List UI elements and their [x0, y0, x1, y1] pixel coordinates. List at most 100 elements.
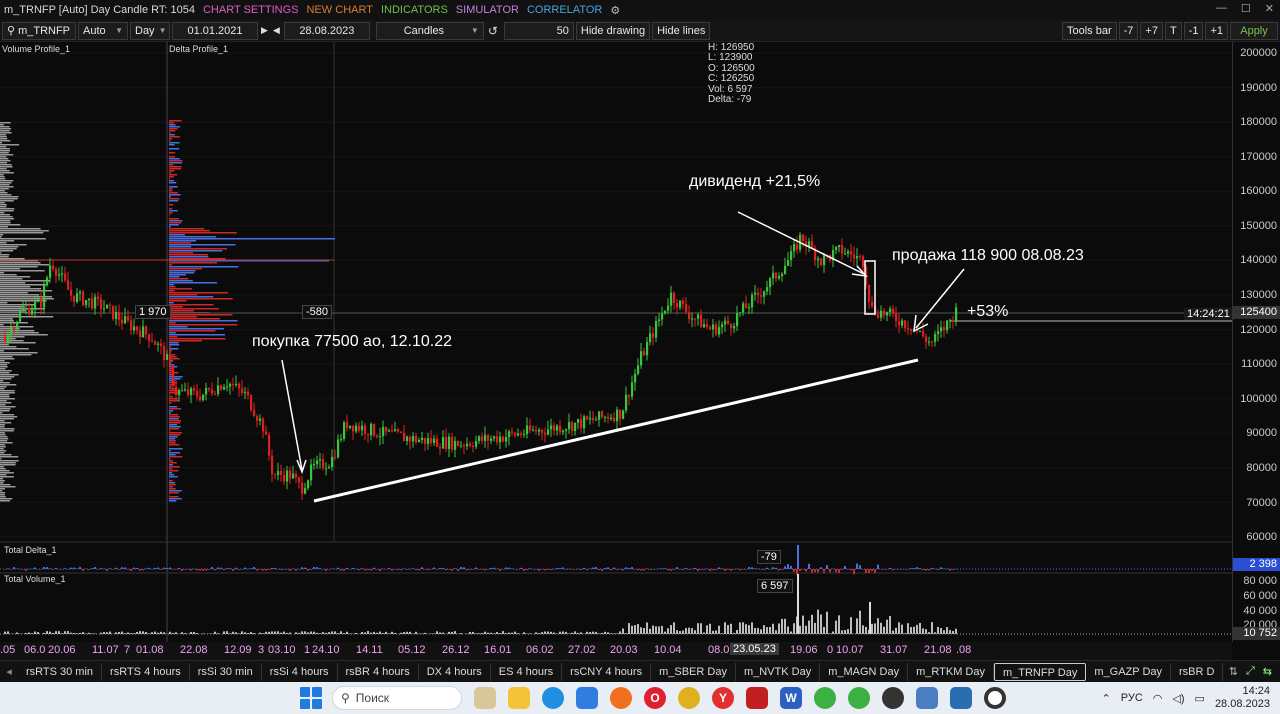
plus7-button[interactable]: +7	[1140, 21, 1163, 40]
chart-area[interactable]: Volume Profile_1 Delta Profile_1 Total D…	[0, 42, 1233, 642]
menu-simulator[interactable]: SIMULATOR	[456, 4, 519, 16]
tab-rscny-4h[interactable]: rsCNY 4 hours	[562, 662, 652, 681]
plus1-button[interactable]: +1	[1205, 21, 1228, 40]
volume-bar	[907, 623, 909, 634]
volume-bar	[118, 631, 120, 634]
next-arrow-icon[interactable]: ▶	[261, 25, 268, 36]
windows-start-icon[interactable]	[300, 687, 322, 709]
app-icon[interactable]	[814, 687, 836, 709]
menu-indicators[interactable]: INDICATORS	[381, 4, 448, 16]
menu-correlator[interactable]: CORRELATOR	[527, 4, 602, 16]
profile-bar	[0, 478, 4, 480]
prev-arrow-icon[interactable]: ◀	[273, 25, 280, 36]
opera-icon[interactable]: O	[644, 687, 666, 709]
tab-rsbr-day[interactable]: rsBR D	[1171, 662, 1224, 681]
tab-gazp[interactable]: m_GAZP Day	[1086, 662, 1172, 681]
app-icon[interactable]	[950, 687, 972, 709]
profile-bar	[0, 420, 5, 422]
scale-mode-select[interactable]: Auto ▼	[78, 21, 128, 40]
tab-dx-4h[interactable]: DX 4 hours	[419, 662, 491, 681]
hide-drawing-button[interactable]: Hide drawing	[575, 21, 651, 40]
expand-icon[interactable]: ⤢	[1246, 665, 1255, 678]
edge-icon[interactable]	[542, 687, 564, 709]
minus7-button[interactable]: -7	[1118, 21, 1139, 40]
link-icon[interactable]: ⇆	[1263, 665, 1272, 678]
volume-icon[interactable]: ◁)	[1172, 692, 1184, 705]
yandex-icon[interactable]: Y	[712, 687, 734, 709]
delta-bar	[544, 569, 546, 571]
delta-bar	[751, 567, 753, 569]
tab-nvtk[interactable]: m_NVTK Day	[736, 662, 821, 681]
delta-bar	[295, 569, 297, 571]
store-icon[interactable]	[576, 687, 598, 709]
minimize-icon[interactable]: —	[1216, 2, 1227, 15]
volume-bar	[688, 627, 690, 634]
delta-bar	[334, 568, 336, 570]
tab-rsrts-30[interactable]: rsRTS 30 min	[18, 662, 103, 681]
system-clock[interactable]: 14:24 28.08.2023	[1215, 685, 1270, 711]
tab-sber[interactable]: m_SBER Day	[651, 662, 736, 681]
tab-trnfp[interactable]: m_TRNFP Day	[993, 662, 1087, 681]
delta-bar	[454, 568, 456, 569]
symbol-search[interactable]: ⚲ m_TRNFP	[2, 21, 76, 40]
candle-body	[190, 388, 193, 396]
tab-rssi-30[interactable]: rsSi 30 min	[190, 662, 262, 681]
t-button[interactable]: T	[1164, 21, 1182, 40]
app-icon[interactable]	[882, 687, 904, 709]
undo-icon[interactable]: ↺	[488, 24, 498, 38]
date-from-field[interactable]: 01.01.2021	[172, 21, 258, 40]
volume-bar	[61, 633, 63, 634]
app-icon[interactable]	[984, 687, 1006, 709]
candle-body	[754, 292, 757, 295]
minus1-button[interactable]: -1	[1183, 21, 1204, 40]
wifi-icon[interactable]: ◠	[1153, 692, 1163, 705]
menu-chart-settings[interactable]: CHART SETTINGS	[203, 4, 299, 16]
price-axis[interactable]: 200000 190000 180000 170000 160000 15000…	[1232, 42, 1280, 642]
hide-lines-button[interactable]: Hide lines	[652, 21, 711, 40]
delta-bar	[100, 568, 102, 569]
candle-body	[649, 333, 652, 343]
widget-icon[interactable]	[474, 687, 496, 709]
profile-bar	[169, 218, 179, 220]
date-axis[interactable]: .05 06.0 20.06 11.07 7 01.08 22.08 12.09…	[0, 642, 1232, 660]
profile-bar	[169, 318, 220, 320]
apply-button[interactable]: Apply	[1230, 21, 1278, 40]
swap-icon[interactable]: ⇅	[1229, 665, 1238, 678]
tab-rtkm[interactable]: m_RTKM Day	[908, 662, 994, 681]
price-chart[interactable]	[0, 42, 1232, 642]
chevron-up-icon[interactable]: ⌃	[1102, 692, 1111, 705]
profile-bar	[0, 486, 16, 488]
profile-bar	[169, 180, 175, 182]
firefox-icon[interactable]	[610, 687, 632, 709]
candle-body	[604, 416, 607, 418]
file-explorer-icon[interactable]	[508, 687, 530, 709]
gear-icon[interactable]: ⚙	[610, 4, 620, 17]
date-to-field[interactable]: 28.08.2023	[283, 21, 370, 40]
maximize-icon[interactable]: ☐	[1241, 2, 1251, 15]
chrome-icon[interactable]	[678, 687, 700, 709]
taskbar-search[interactable]: ⚲ Поиск	[332, 686, 462, 710]
profile-bar	[169, 336, 178, 338]
battery-icon[interactable]: ▭	[1195, 692, 1205, 705]
word-icon[interactable]: W	[780, 687, 802, 709]
timeframe-select[interactable]: Day ▼	[130, 21, 170, 40]
tab-rsbr-4h[interactable]: rsBR 4 hours	[338, 662, 419, 681]
close-icon[interactable]: ✕	[1265, 2, 1274, 15]
tab-rssi-4h[interactable]: rsSi 4 hours	[262, 662, 338, 681]
app-icon[interactable]	[848, 687, 870, 709]
app-icon[interactable]	[746, 687, 768, 709]
volume-bar	[367, 631, 369, 634]
language-indicator[interactable]: РУС	[1121, 692, 1143, 704]
profile-bar	[0, 184, 10, 186]
app-icon[interactable]	[916, 687, 938, 709]
scroll-left-icon[interactable]: ◂	[0, 665, 18, 678]
tab-magn[interactable]: m_MAGN Day	[820, 662, 909, 681]
chart-type-select[interactable]: Candles ▼	[375, 21, 484, 40]
volume-bar	[724, 622, 726, 634]
menu-new-chart[interactable]: NEW CHART	[307, 4, 373, 16]
tab-rsrts-4h[interactable]: rsRTS 4 hours	[102, 662, 190, 681]
tab-es-4h[interactable]: ES 4 hours	[491, 662, 563, 681]
tools-bar-button[interactable]: Tools bar	[1061, 21, 1117, 40]
volume-bar	[763, 625, 765, 634]
bars-count-field[interactable]: 50	[503, 21, 574, 40]
